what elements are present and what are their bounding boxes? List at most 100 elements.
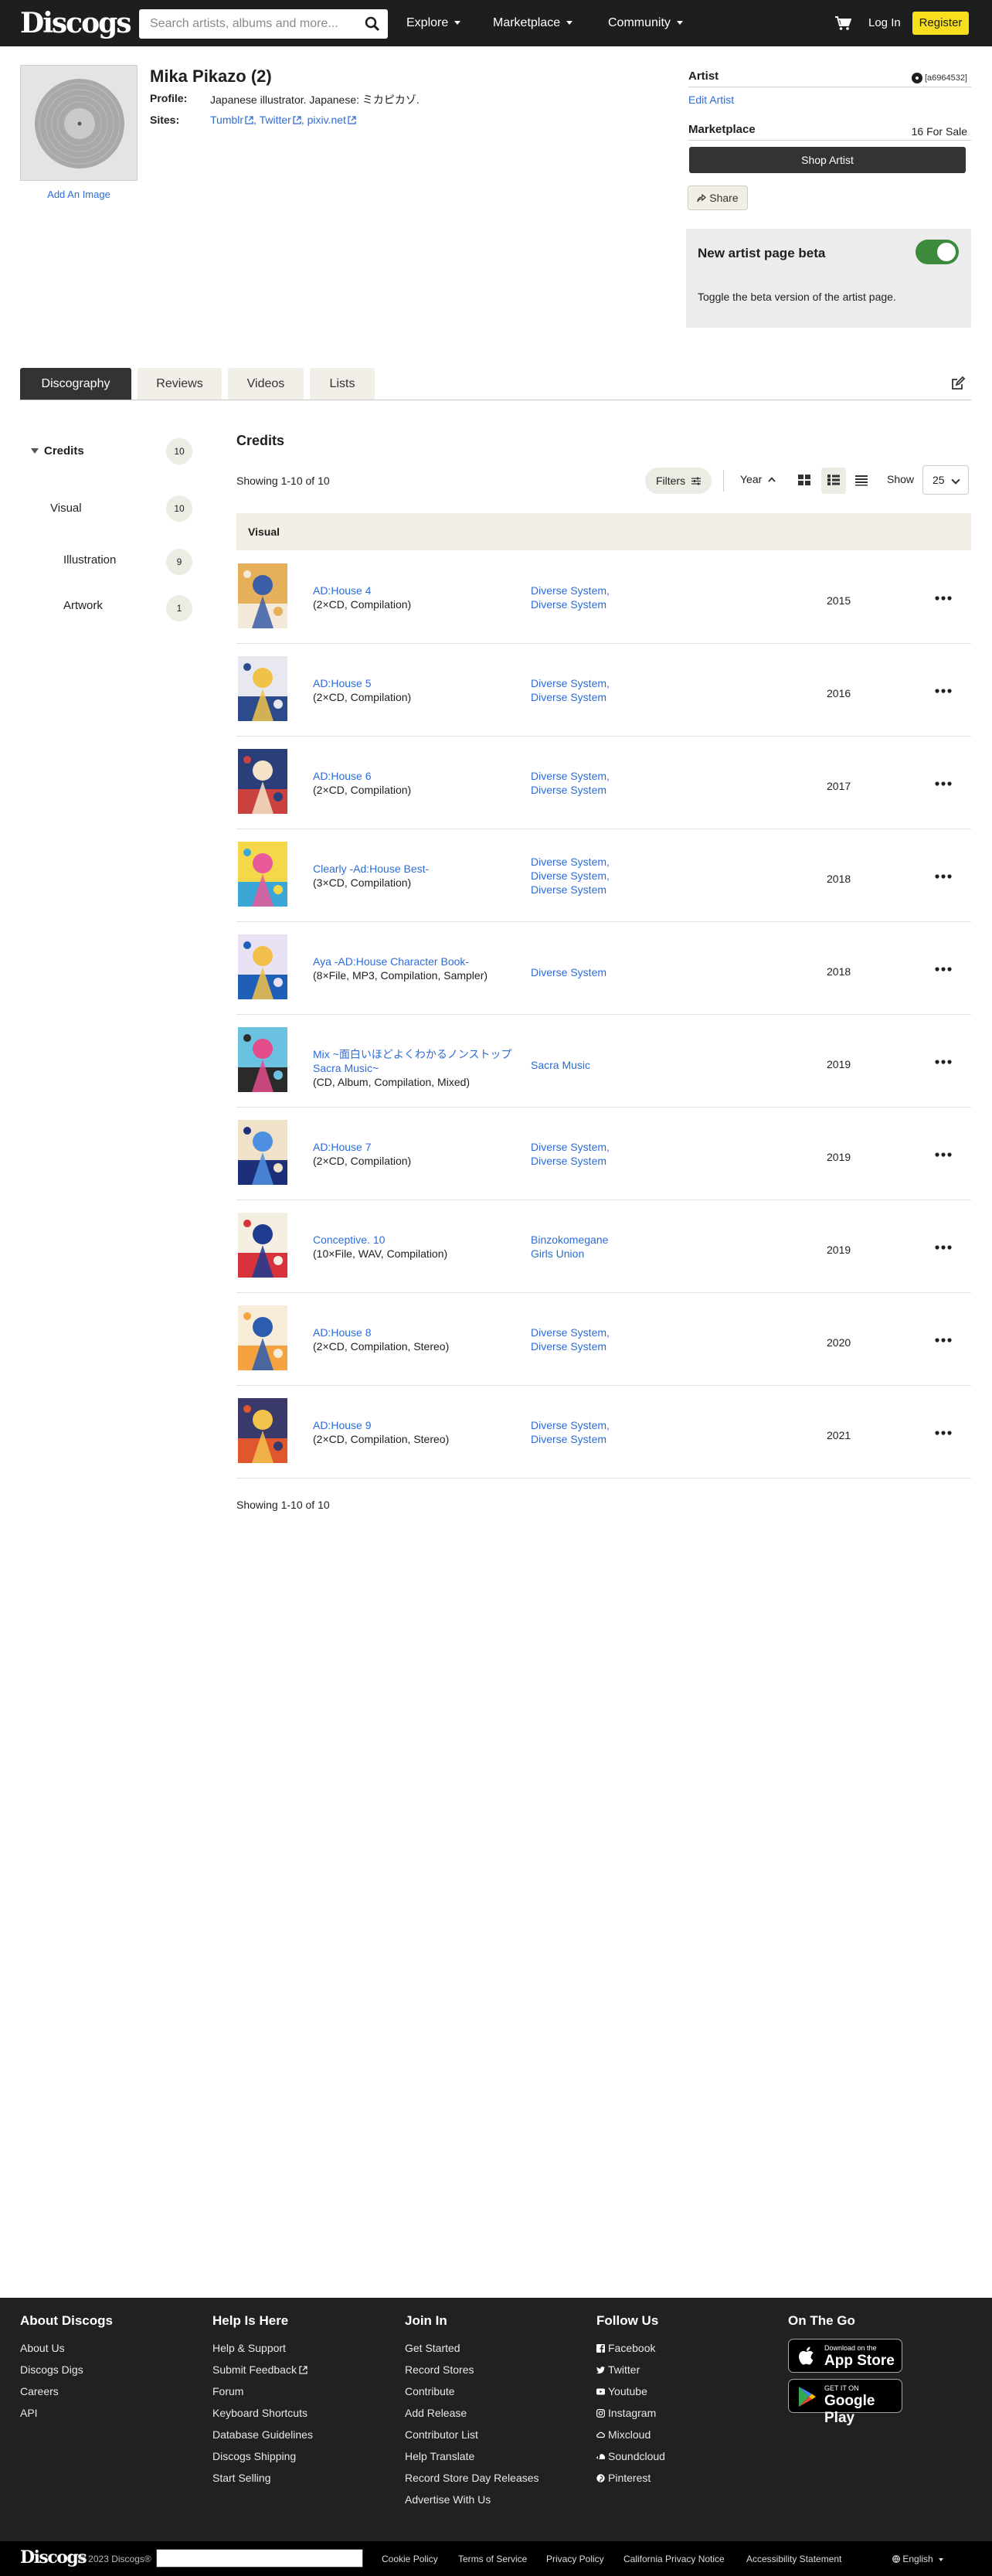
footer-link[interactable]: Contribute (405, 2385, 455, 2397)
edit-artist-link[interactable]: Edit Artist (688, 94, 734, 106)
release-title-link[interactable]: Mix ~面白いほどよくわかるノンストップSacra Music~ (313, 1048, 512, 1074)
release-label-link[interactable]: Diverse System (531, 965, 685, 979)
footer-link-terms[interactable]: Terms of Service (458, 2554, 527, 2564)
footer-link[interactable]: Start Selling (212, 2472, 270, 2484)
footer-link[interactable]: Careers (20, 2385, 59, 2397)
release-label-link[interactable]: Diverse System (531, 1154, 685, 1168)
release-title-link[interactable]: Clearly -Ad:House Best- (313, 863, 429, 875)
release-label-link[interactable]: Diverse System (531, 690, 685, 704)
site-link-tumblr[interactable]: Tumblr (210, 114, 243, 126)
nav-community[interactable]: Community (608, 0, 683, 46)
footer-link[interactable]: Youtube (596, 2385, 647, 2397)
more-options-icon[interactable] (935, 967, 952, 972)
search-input[interactable] (139, 9, 355, 39)
discogs-logo[interactable]: Discogs (20, 6, 132, 40)
search-icon[interactable] (365, 16, 380, 32)
release-label-link[interactable]: Binzokomegane (531, 1233, 685, 1247)
release-label-link[interactable]: Diverse System, (531, 1140, 685, 1154)
more-options-icon[interactable] (935, 1338, 952, 1342)
release-label-link[interactable]: Diverse System (531, 1432, 685, 1446)
filter-visual[interactable]: Visual (50, 502, 82, 515)
more-options-icon[interactable] (935, 1060, 952, 1064)
google-play-badge[interactable]: GET IT ON Google Play (788, 2379, 902, 2426)
release-label-link[interactable]: Diverse System, (531, 1418, 685, 1432)
release-title-link[interactable]: AD:House 7 (313, 1141, 371, 1153)
footer-link[interactable]: Database Guidelines (212, 2428, 313, 2441)
shop-artist-button[interactable]: Shop Artist (689, 147, 966, 173)
release-cover-image[interactable] (238, 1213, 287, 1278)
release-label-link[interactable]: Diverse System (531, 597, 685, 611)
release-label-link[interactable]: Diverse System, (531, 769, 685, 783)
release-label-link[interactable]: Girls Union (531, 1247, 685, 1261)
release-title-link[interactable]: AD:House 4 (313, 584, 371, 597)
release-label-link[interactable]: Sacra Music (531, 1058, 685, 1072)
nav-explore[interactable]: Explore (406, 0, 461, 46)
more-options-icon[interactable] (935, 1152, 952, 1157)
release-label-link[interactable]: Diverse System (531, 883, 685, 897)
share-button[interactable]: Share (688, 185, 748, 210)
more-options-icon[interactable] (935, 596, 952, 601)
release-cover-image[interactable] (238, 1305, 287, 1370)
footer-link[interactable]: API (20, 2407, 38, 2419)
footer-link[interactable]: Forum (212, 2385, 243, 2397)
list-view-icon[interactable] (827, 474, 841, 486)
release-label-link[interactable]: Diverse System (531, 1339, 685, 1353)
release-title-link[interactable]: Conceptive. 10 (313, 1234, 385, 1246)
tab-discography[interactable]: Discography (20, 368, 131, 400)
release-label-link[interactable]: Diverse System, (531, 676, 685, 690)
filter-illustration[interactable]: Illustration (63, 553, 116, 567)
release-cover-image[interactable] (238, 1027, 287, 1092)
collapse-triangle-icon[interactable] (31, 448, 39, 454)
footer-link[interactable]: Record Store Day Releases (405, 2472, 539, 2484)
tab-videos[interactable]: Videos (228, 368, 304, 400)
for-sale-count[interactable]: 16 For Sale (912, 125, 967, 138)
release-label-link[interactable]: Diverse System, (531, 855, 685, 869)
footer-link[interactable]: Advertise With Us (405, 2493, 491, 2506)
footer-link[interactable]: Keyboard Shortcuts (212, 2407, 307, 2419)
footer-link[interactable]: Add Release (405, 2407, 467, 2419)
tab-lists[interactable]: Lists (310, 368, 375, 400)
tab-reviews[interactable]: Reviews (138, 368, 222, 400)
edit-icon[interactable] (950, 376, 966, 391)
footer-link[interactable]: Get Started (405, 2342, 460, 2354)
more-options-icon[interactable] (935, 781, 952, 786)
filter-artwork[interactable]: Artwork (63, 599, 103, 612)
text-view-icon[interactable] (854, 474, 868, 486)
footer-link[interactable]: Record Stores (405, 2363, 474, 2376)
footer-link[interactable]: Mixcloud (596, 2428, 651, 2441)
more-options-icon[interactable] (935, 1431, 952, 1435)
more-options-icon[interactable] (935, 874, 952, 879)
footer-link[interactable]: Submit Feedback (212, 2363, 307, 2376)
release-title-link[interactable]: AD:House 6 (313, 770, 371, 782)
show-per-page-select[interactable]: 25 (922, 465, 969, 495)
footer-link[interactable]: Help Translate (405, 2450, 474, 2462)
footer-link[interactable]: Soundcloud (596, 2450, 665, 2462)
release-label-link[interactable]: Diverse System, (531, 1325, 685, 1339)
more-options-icon[interactable] (935, 1245, 952, 1250)
more-options-icon[interactable] (935, 689, 952, 693)
footer-link[interactable]: Pinterest (596, 2472, 651, 2484)
release-cover-image[interactable] (238, 1398, 287, 1463)
footer-link[interactable]: Twitter (596, 2363, 640, 2376)
cart-icon[interactable] (834, 15, 851, 31)
release-cover-image[interactable] (238, 934, 287, 999)
footer-link[interactable]: Discogs Shipping (212, 2450, 296, 2462)
footer-link[interactable]: About Us (20, 2342, 65, 2354)
language-selector[interactable]: English (892, 2554, 944, 2564)
release-title-link[interactable]: AD:House 5 (313, 677, 371, 689)
site-link-twitter[interactable]: Twitter (260, 114, 291, 126)
footer-link[interactable]: Discogs Digs (20, 2363, 83, 2376)
footer-link-cookie-policy[interactable]: Cookie Policy (382, 2554, 438, 2564)
filters-button[interactable]: Filters (645, 468, 712, 494)
app-store-badge[interactable]: Download on the App Store (788, 2339, 902, 2373)
footer-link-ca-privacy[interactable]: California Privacy Notice (623, 2554, 725, 2564)
footer-link[interactable]: Contributor List (405, 2428, 478, 2441)
nav-marketplace[interactable]: Marketplace (493, 0, 573, 46)
release-label-link[interactable]: Diverse System (531, 783, 685, 797)
release-cover-image[interactable] (238, 1120, 287, 1185)
grid-view-icon[interactable] (797, 474, 811, 486)
release-title-link[interactable]: Aya -AD:House Character Book- (313, 955, 469, 968)
footer-link[interactable]: Facebook (596, 2342, 655, 2354)
release-title-link[interactable]: AD:House 9 (313, 1419, 371, 1431)
footer-link-accessibility[interactable]: Accessibility Statement (746, 2554, 841, 2564)
